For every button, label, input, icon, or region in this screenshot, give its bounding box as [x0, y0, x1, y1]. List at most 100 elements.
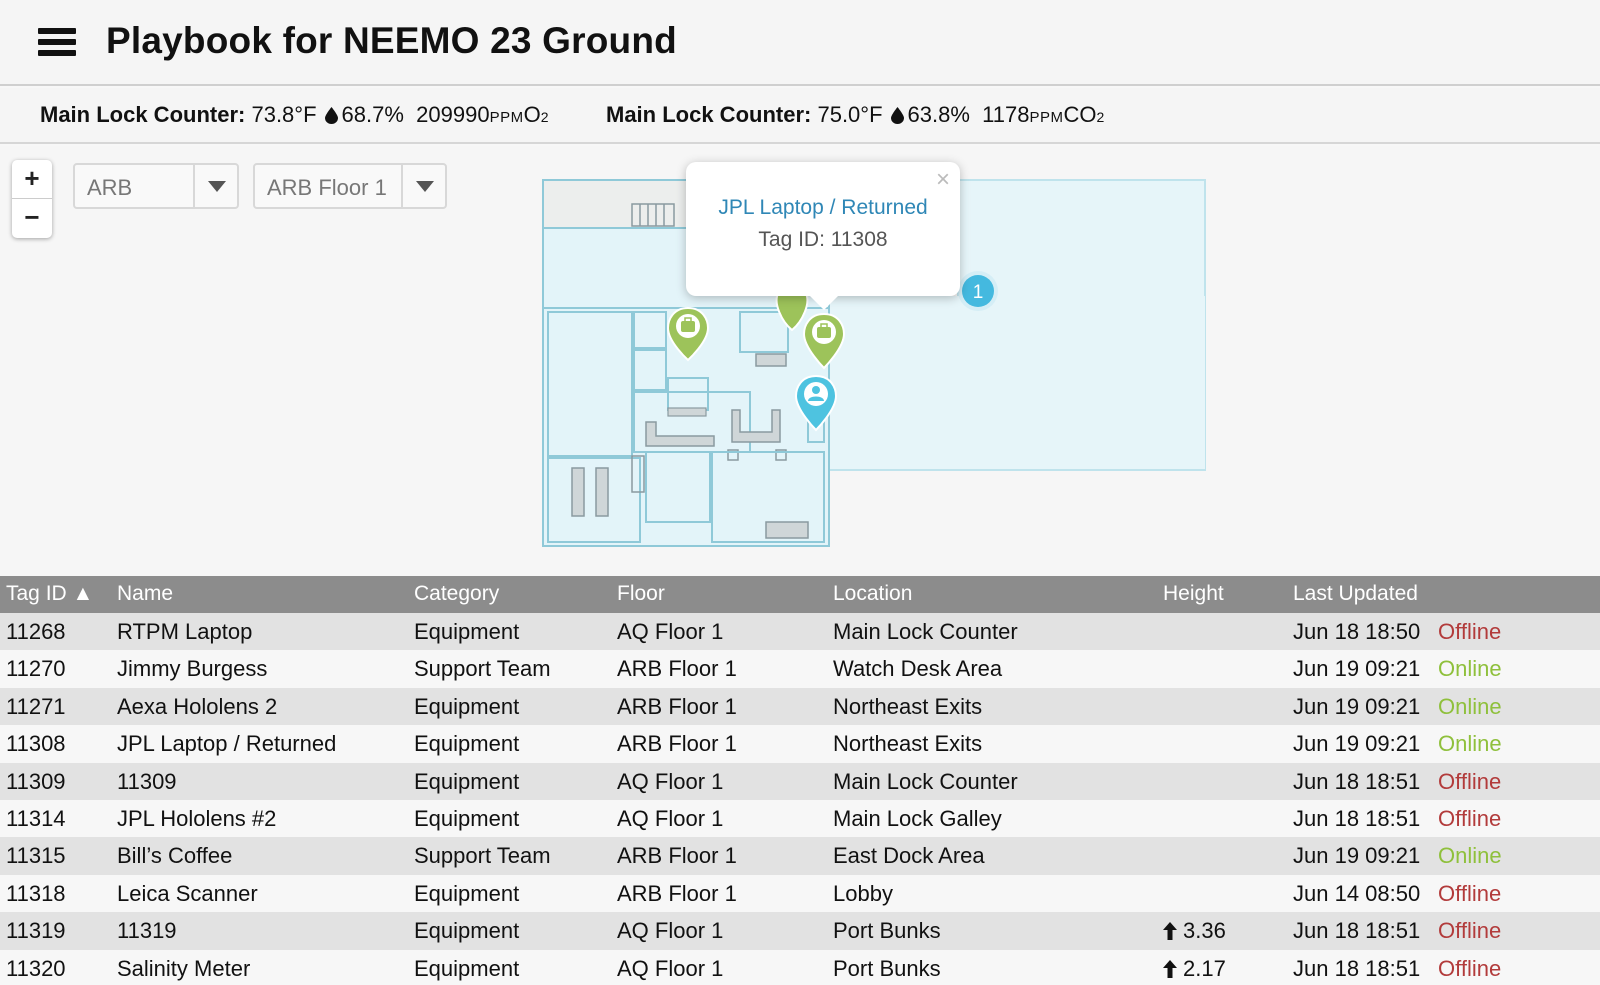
- building-select-value: ARB: [87, 175, 133, 200]
- cluster-marker[interactable]: 1: [958, 271, 998, 311]
- cell-floor: AQ Floor 1: [617, 918, 724, 944]
- cluster-count: 1: [973, 282, 984, 303]
- zoom-out-button[interactable]: −: [12, 199, 52, 238]
- table-row[interactable]: 11318 Leica Scanner Equipment ARB Floor 1 Lo…: [0, 874, 1600, 913]
- height-value: 2.17: [1183, 955, 1226, 981]
- cell-tag-id: 11270: [6, 656, 66, 682]
- column-header-location[interactable]: Location: [833, 582, 912, 606]
- sensor-reading: Main Lock Counter: 75.0°F 63.8% 1178PPMCO…: [606, 102, 1104, 128]
- status-badge: Online: [1438, 693, 1502, 719]
- cell-floor: ARB Floor 1: [617, 880, 737, 906]
- column-header-floor[interactable]: Floor: [617, 582, 665, 606]
- humidity-drop-icon: [890, 107, 904, 124]
- cell-last-updated: Jun 18 18:50: [1293, 619, 1421, 644]
- sensor-bar: Main Lock Counter: 73.8°F 68.7% 209990PPM…: [0, 88, 1600, 144]
- chevron-down-icon: [193, 165, 237, 207]
- cell-floor: ARB Floor 1: [617, 843, 737, 869]
- cell-floor: AQ Floor 1: [617, 768, 724, 794]
- cell-last-updated: Jun 19 09:21: [1293, 731, 1421, 757]
- cell-floor: AQ Floor 1: [617, 805, 724, 831]
- table-row[interactable]: 11309 11309 Equipment AQ Floor 1 Main Lock C…: [0, 762, 1600, 800]
- cell-floor: AQ Floor 1: [617, 619, 724, 644]
- building-select[interactable]: ARB: [73, 163, 239, 209]
- app-header: Playbook for NEEMO 23 Ground: [0, 0, 1600, 86]
- cell-name: Aexa Hololens 2: [117, 693, 278, 719]
- cell-location: Port Bunks: [833, 955, 941, 981]
- status-badge: Online: [1438, 843, 1502, 869]
- table-row[interactable]: 11319 11319 Equipment AQ Floor 1 Port Bunks 3…: [0, 912, 1600, 950]
- cell-floor: ARB Floor 1: [617, 731, 737, 757]
- table-row[interactable]: 11270 Jimmy Burgess Support Team ARB Floor …: [0, 650, 1600, 688]
- zoom-control: + −: [12, 160, 52, 238]
- humidity-drop-icon: [324, 107, 338, 124]
- cell-floor: ARB Floor 1: [617, 656, 737, 682]
- gas-value: 209990: [416, 102, 490, 127]
- temperature-value: 73.8°F: [251, 102, 317, 127]
- status-badge: Offline: [1438, 619, 1502, 644]
- cell-name: RTPM Laptop: [117, 619, 253, 644]
- status-badge: Offline: [1438, 805, 1502, 831]
- cell-name: Leica Scanner: [117, 880, 258, 906]
- column-header-height[interactable]: Height: [1163, 582, 1224, 606]
- cell-category: Equipment: [414, 880, 520, 906]
- zoom-in-button[interactable]: +: [12, 160, 52, 199]
- popup-tag-id: Tag ID: 11308: [758, 228, 888, 251]
- height-value: 3.36: [1183, 918, 1226, 944]
- cell-location: Main Lock Galley: [833, 805, 1002, 831]
- cell-category: Equipment: [414, 955, 520, 981]
- floor-select[interactable]: ARB Floor 1: [253, 163, 447, 209]
- gas-subscript: 2: [540, 109, 549, 125]
- gas-unit: PPM: [1029, 109, 1064, 126]
- cell-category: Equipment: [414, 693, 520, 719]
- cell-floor: ARB Floor 1: [617, 693, 737, 719]
- table-row[interactable]: 11271 Aexa Hololens 2 Equipment ARB Floor 1…: [0, 687, 1600, 726]
- cell-last-updated: Jun 14 08:50: [1293, 880, 1421, 906]
- table-row[interactable]: 11308 JPL Laptop / Returned Equipment ARB F…: [0, 725, 1600, 763]
- cell-tag-id: 11271: [6, 693, 66, 719]
- table-row[interactable]: 11320 Salinity Meter Equipment AQ Floor 1 Po…: [0, 949, 1600, 985]
- cell-last-updated: Jun 19 09:21: [1293, 656, 1421, 682]
- column-header-last-updated[interactable]: Last Updated: [1293, 582, 1418, 606]
- table-row[interactable]: 11315 Bill’s Coffee Support Team ARB Floor …: [0, 837, 1600, 875]
- column-header-tag-id[interactable]: Tag ID ▲: [6, 582, 93, 606]
- cell-tag-id: 11318: [6, 880, 66, 906]
- cell-name: 11309: [117, 768, 177, 794]
- sensor-reading: Main Lock Counter: 73.8°F 68.7% 209990PPM…: [40, 102, 549, 128]
- cell-tag-id: 11320: [6, 955, 66, 981]
- cell-name: JPL Hololens #2: [117, 805, 277, 831]
- popup-title-link[interactable]: JPL Laptop / Returned: [686, 196, 960, 220]
- cell-location: Main Lock Counter: [833, 768, 1018, 794]
- column-header-category[interactable]: Category: [414, 582, 499, 606]
- cell-location: Lobby: [833, 880, 893, 906]
- sensor-label: Main Lock Counter:: [606, 102, 812, 127]
- cell-name: Jimmy Burgess: [117, 656, 268, 682]
- gas-unit: PPM: [489, 109, 524, 126]
- cell-name: Bill’s Coffee: [117, 843, 233, 869]
- temperature-value: 75.0°F: [817, 102, 883, 127]
- table-row[interactable]: 11268 RTPM Laptop Equipment AQ Floor 1 Main …: [0, 613, 1600, 651]
- cell-location: Northeast Exits: [833, 731, 983, 757]
- chevron-down-icon: [401, 165, 445, 207]
- status-badge: Offline: [1438, 955, 1502, 981]
- humidity-value: 63.8%: [907, 102, 970, 127]
- cell-last-updated: Jun 18 18:51: [1293, 768, 1421, 794]
- floor-select-value: ARB Floor 1: [267, 175, 387, 200]
- cell-location: Watch Desk Area: [833, 656, 1003, 682]
- status-badge: Offline: [1438, 918, 1502, 944]
- column-header-name[interactable]: Name: [117, 582, 173, 606]
- table-row[interactable]: 11314 JPL Hololens #2 Equipment AQ Floor 1 M…: [0, 799, 1600, 838]
- cell-category: Equipment: [414, 619, 520, 644]
- cell-category: Support Team: [414, 843, 551, 869]
- menu-icon[interactable]: [38, 28, 76, 56]
- cell-floor: AQ Floor 1: [617, 955, 724, 981]
- cell-last-updated: Jun 19 09:21: [1293, 843, 1421, 869]
- map-view[interactable]: 1 + − ARB ARB Floor 1 × JPL Laptop / Ret…: [0, 146, 1600, 576]
- cell-category: Equipment: [414, 731, 520, 757]
- close-icon[interactable]: ×: [936, 166, 950, 194]
- humidity-value: 68.7%: [341, 102, 404, 127]
- status-badge: Online: [1438, 656, 1502, 682]
- cell-category: Equipment: [414, 805, 520, 831]
- cell-category: Equipment: [414, 918, 520, 944]
- cell-tag-id: 11315: [6, 843, 66, 869]
- table-header: Tag ID ▲ Name Category Floor Location He…: [0, 576, 1600, 613]
